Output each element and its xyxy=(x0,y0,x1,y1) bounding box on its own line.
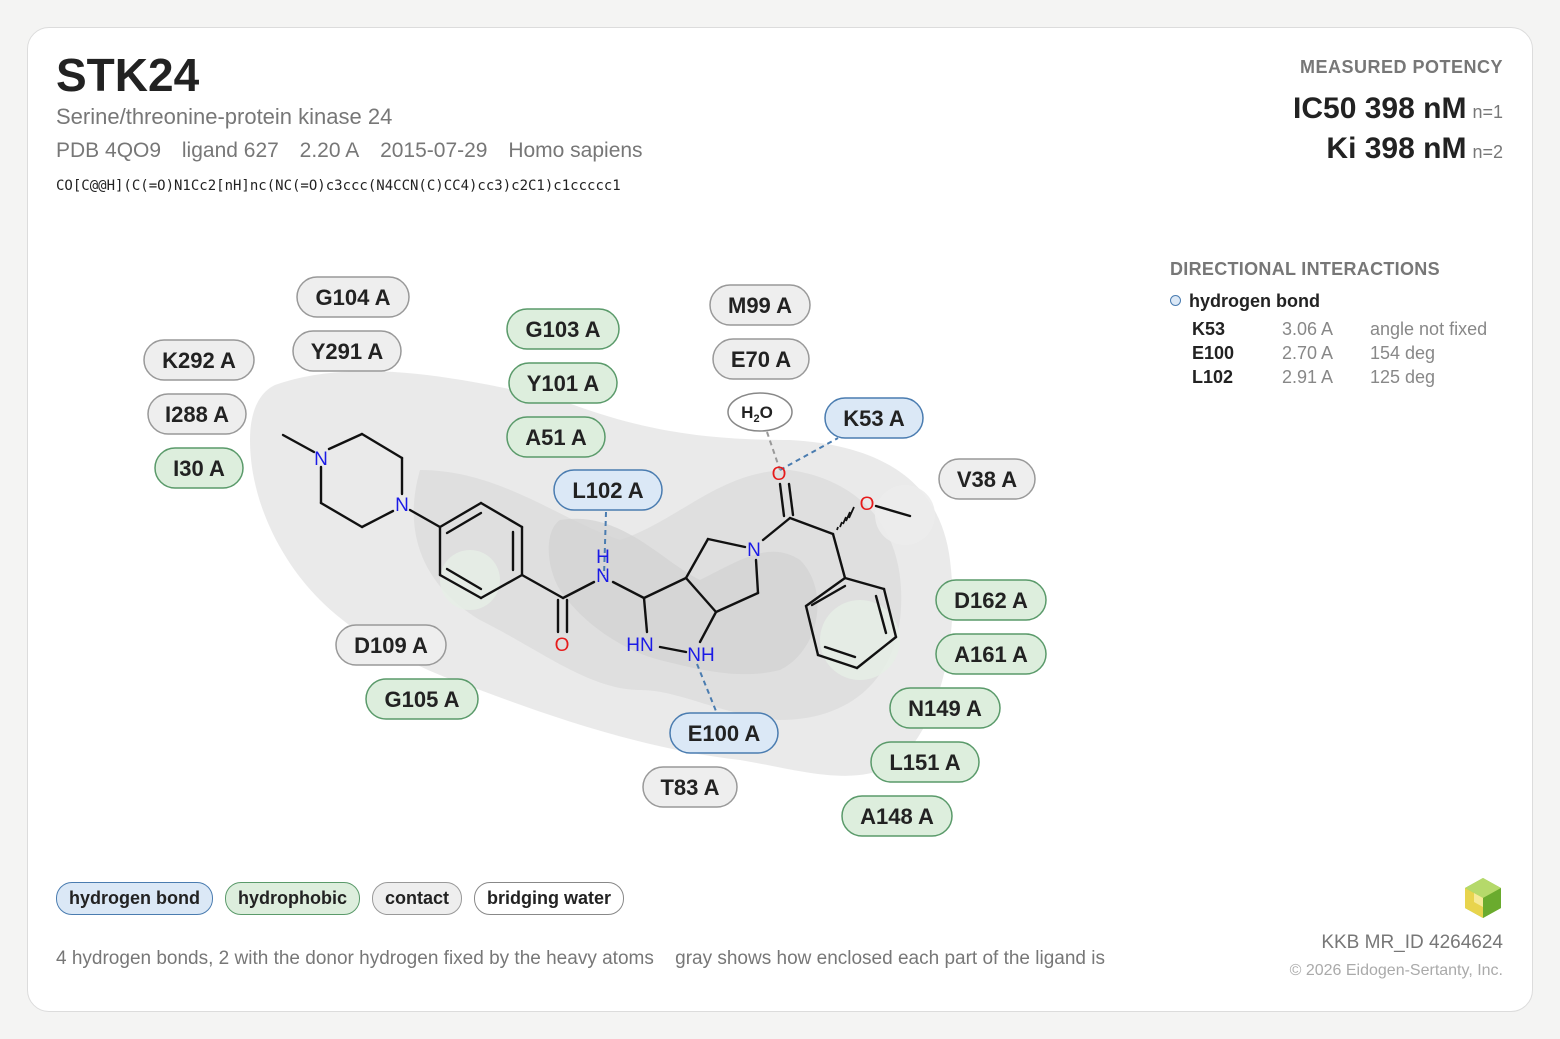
atom-o-methoxy: O xyxy=(860,494,875,515)
residue-v38[interactable]: V38 A xyxy=(938,458,1036,500)
residue-l151[interactable]: L151 A xyxy=(870,741,980,783)
residue-label: I288 A xyxy=(165,402,229,427)
legend: hydrogen bond hydrophobic contact bridgi… xyxy=(56,882,625,915)
atom-o-carbonyl: O xyxy=(772,464,787,485)
residue-y291[interactable]: Y291 A xyxy=(292,330,402,372)
residue-k292[interactable]: K292 A xyxy=(143,339,255,381)
residue-label: L151 A xyxy=(889,750,960,775)
legend-hbond[interactable]: hydrogen bond xyxy=(56,882,213,915)
residue-i30[interactable]: I30 A xyxy=(154,447,244,489)
residue-k53[interactable]: K53 A xyxy=(824,397,924,439)
residue-label: T83 A xyxy=(660,775,719,800)
residue-t83[interactable]: T83 A xyxy=(642,766,738,808)
residue-n149[interactable]: N149 A xyxy=(889,687,1001,729)
atom-n-pyrrolidine: N xyxy=(747,540,761,561)
atom-h-amide: H xyxy=(596,547,610,568)
residue-label: M99 A xyxy=(728,293,792,318)
residue-label: E70 A xyxy=(731,347,791,372)
residue-d162[interactable]: D162 A xyxy=(935,579,1047,621)
atom-hn-pyrazole: HN xyxy=(626,635,653,656)
residue-label: D162 A xyxy=(954,588,1028,613)
atom-nh-pyrazole: NH xyxy=(687,645,714,666)
residue-a148[interactable]: A148 A xyxy=(841,795,953,837)
residue-y101[interactable]: Y101 A xyxy=(508,362,618,404)
residue-label: N149 A xyxy=(908,696,982,721)
atom-n-amide: N xyxy=(596,566,610,587)
residue-label: Y291 A xyxy=(311,339,384,364)
residue-i288[interactable]: I288 A xyxy=(147,393,247,435)
residue-label: G103 A xyxy=(525,317,600,342)
cube-logo-icon xyxy=(1465,878,1501,918)
residue-label: A161 A xyxy=(954,642,1028,667)
residue-label: Y101 A xyxy=(527,371,600,396)
residue-label: K292 A xyxy=(162,348,236,373)
residue-g103[interactable]: G103 A xyxy=(506,308,620,350)
residue-g105[interactable]: G105 A xyxy=(365,678,479,720)
legend-contact[interactable]: contact xyxy=(371,882,462,915)
residue-e70[interactable]: E70 A xyxy=(712,338,810,380)
residue-a51[interactable]: A51 A xyxy=(506,416,606,458)
residue-label: L102 A xyxy=(572,478,643,503)
legend-bridging-water[interactable]: bridging water xyxy=(474,882,625,915)
residue-l102[interactable]: L102 A xyxy=(553,469,663,511)
residue-label: A51 A xyxy=(525,425,587,450)
atom-n-methyl: N xyxy=(314,449,328,470)
residue-e100[interactable]: E100 A xyxy=(669,712,779,754)
residue-label: G104 A xyxy=(315,285,390,310)
footnote-hbond-summary: 4 hydrogen bonds, 2 with the donor hydro… xyxy=(56,948,654,969)
footnote: 4 hydrogen bonds, 2 with the donor hydro… xyxy=(56,948,1121,970)
residue-g104[interactable]: G104 A xyxy=(296,276,410,318)
residue-label: G105 A xyxy=(384,687,459,712)
residue-m99[interactable]: M99 A xyxy=(709,284,811,326)
atom-o-amide: O xyxy=(555,635,570,656)
atom-n-aryl: N xyxy=(395,495,409,516)
residue-label: V38 A xyxy=(957,467,1017,492)
bridging-water: H2O xyxy=(727,392,793,432)
footnote-enclosure: gray shows how enclosed each part of the… xyxy=(675,948,1105,969)
residue-label: K53 A xyxy=(843,406,905,431)
residue-label: A148 A xyxy=(860,804,934,829)
residue-label: I30 A xyxy=(173,456,225,481)
legend-hydrophobic[interactable]: hydrophobic xyxy=(224,882,360,915)
residue-a161[interactable]: A161 A xyxy=(935,633,1047,675)
residue-d109[interactable]: D109 A xyxy=(335,624,447,666)
copyright: © 2026 Eidogen-Sertanty, Inc. xyxy=(1289,962,1503,979)
mr-id: KKB MR_ID 4264624 xyxy=(1321,932,1503,953)
residue-label: E100 A xyxy=(688,721,761,746)
residue-label: D109 A xyxy=(354,633,428,658)
